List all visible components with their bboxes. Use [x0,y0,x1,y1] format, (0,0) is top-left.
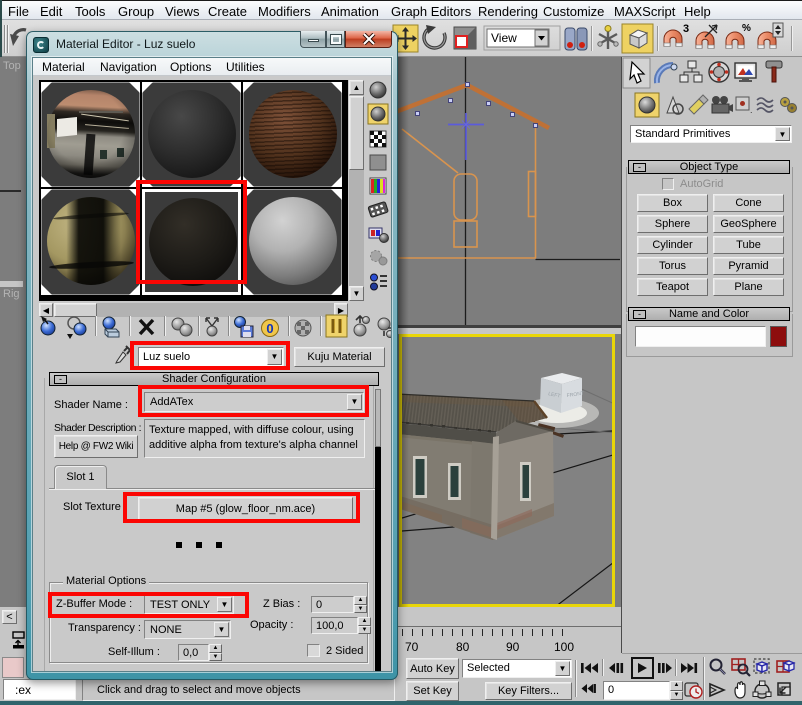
svg-text:70: 70 [405,640,419,654]
svg-text:0: 0 [266,321,273,336]
svg-text:100: 100 [554,640,574,654]
svg-text:3: 3 [683,23,689,35]
svg-text:View: View [491,31,517,45]
svg-text:90: 90 [506,640,520,654]
svg-text:.: . [750,105,753,115]
svg-text:80: 80 [456,640,470,654]
svg-text:%: % [742,23,751,34]
